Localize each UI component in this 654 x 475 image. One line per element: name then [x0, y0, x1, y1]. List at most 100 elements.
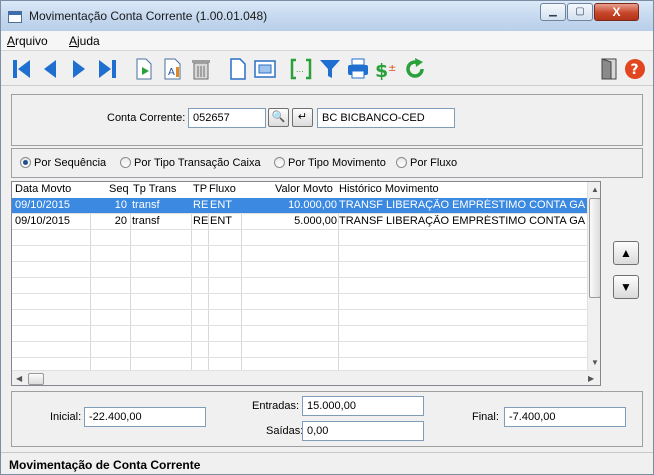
maximize-button[interactable]: ▢ [567, 3, 593, 21]
edit-record-icon[interactable]: A [161, 57, 185, 81]
radio-por-sequencia[interactable]: Por Sequência [20, 157, 106, 169]
menu-arquivo[interactable]: Arquivo [7, 34, 48, 48]
minimize-button[interactable]: ▁ [540, 3, 566, 21]
scroll-right-arrow-icon[interactable]: ▶ [588, 374, 594, 383]
empty-row [12, 342, 588, 358]
window-title: Movimentação Conta Corrente (1.00.01.048… [29, 9, 268, 23]
close-button[interactable]: X [594, 3, 639, 21]
saidas-label: Saídas: [266, 425, 304, 437]
menu-ajuda[interactable]: Ajuda [69, 34, 100, 48]
scroll-up-arrow-icon[interactable]: ▲ [591, 185, 599, 194]
col-header-seq[interactable]: Seq [109, 183, 129, 195]
delete-record-icon[interactable] [189, 57, 213, 81]
prev-record-icon[interactable] [38, 57, 62, 81]
svg-text:±: ± [388, 63, 396, 74]
movements-grid[interactable]: Data Movto Seq Tp Trans TP Fluxo Valor M… [11, 181, 601, 386]
radio-dot [20, 157, 31, 168]
radio-label: Por Tipo Movimento [288, 157, 386, 169]
status-bar: Movimentação de Conta Corrente [1, 452, 653, 474]
cell-historico: TRANSF LIBERAÇÃO EMPRÉSTIMO CONTA GA [339, 215, 586, 227]
filter-icon[interactable] [318, 57, 342, 81]
menu-arquivo-mnemonic: A [7, 34, 16, 48]
account-search-button[interactable]: 🔍 [268, 108, 289, 127]
horizontal-scrollbar[interactable]: ◀ ▶ [12, 370, 600, 385]
first-record-icon[interactable] [10, 57, 34, 81]
next-record-icon[interactable] [67, 57, 91, 81]
col-header-fluxo[interactable]: Fluxo [209, 183, 236, 195]
preview-icon[interactable] [253, 57, 277, 81]
vertical-scrollbar[interactable]: ▲ ▼ [587, 182, 600, 370]
cell-historico: TRANSF LIBERAÇÃO EMPRÉSTIMO CONTA GA [339, 199, 586, 211]
final-label: Final: [472, 411, 499, 423]
empty-row [12, 278, 588, 294]
status-text: Movimentação de Conta Corrente [9, 458, 201, 472]
account-code-input[interactable]: 052657 [188, 108, 266, 128]
cell-date: 09/10/2015 [15, 215, 71, 227]
menu-arquivo-label: rquivo [15, 34, 48, 48]
saidas-field: 0,00 [302, 421, 424, 441]
totals-panel: Inicial: -22.400,00 Entradas: 15.000,00 … [11, 391, 643, 447]
vertical-scroll-thumb[interactable] [589, 198, 600, 298]
radio-por-tipo-transacao-caixa[interactable]: Por Tipo Transação Caixa [120, 157, 261, 169]
print-icon[interactable] [346, 57, 370, 81]
col-header-tp[interactable]: TP [193, 183, 207, 195]
help-icon[interactable]: ? [623, 57, 647, 81]
enter-icon: ↵ [297, 111, 308, 123]
radio-dot [120, 157, 131, 168]
radio-label: Por Tipo Transação Caixa [134, 157, 261, 169]
cell-valor: 5.000,00 [294, 215, 337, 227]
exit-icon[interactable] [597, 57, 621, 81]
refresh-icon[interactable] [403, 57, 427, 81]
radio-por-tipo-movimento[interactable]: Por Tipo Movimento [274, 157, 386, 169]
cell-tp-trans: transf [132, 199, 160, 211]
move-down-button[interactable]: ▼ [613, 275, 639, 299]
cell-date: 09/10/2015 [15, 199, 71, 211]
menu-ajuda-label: juda [77, 34, 100, 48]
radio-label: Por Sequência [34, 157, 107, 169]
document-icon[interactable] [226, 57, 250, 81]
empty-row [12, 262, 588, 278]
toolbar: A ... $ ± ? [1, 52, 653, 86]
account-enter-button[interactable]: ↵ [292, 108, 313, 127]
cell-fluxo: ENT [210, 199, 232, 211]
empty-row [12, 294, 588, 310]
col-header-tp-trans[interactable]: Tp Trans [133, 183, 176, 195]
order-panel: Por Sequência Por Tipo Transação Caixa P… [11, 148, 643, 178]
radio-label: Por Fluxo [410, 157, 458, 169]
entradas-label: Entradas: [252, 400, 300, 412]
empty-row [12, 246, 588, 262]
app-icon [8, 11, 22, 23]
grid-header: Data Movto Seq Tp Trans TP Fluxo Valor M… [12, 182, 600, 198]
inicial-label: Inicial: [50, 411, 82, 423]
new-record-icon[interactable] [132, 57, 156, 81]
cell-tp: RE [193, 215, 209, 227]
cell-seq: 20 [114, 215, 127, 227]
title-bar: Movimentação Conta Corrente (1.00.01.048… [1, 1, 653, 31]
cell-tp-trans: transf [132, 215, 160, 227]
radio-dot [274, 157, 285, 168]
inicial-field: -22.400,00 [84, 407, 206, 427]
col-header-valor-movto[interactable]: Valor Movto [275, 183, 333, 195]
move-up-button[interactable]: ▲ [613, 241, 639, 265]
final-field: -7.400,00 [504, 407, 626, 427]
scroll-down-arrow-icon[interactable]: ▼ [591, 358, 599, 367]
scroll-left-arrow-icon[interactable]: ◀ [16, 374, 22, 383]
svg-text:...: ... [296, 65, 304, 74]
radio-por-fluxo[interactable]: Por Fluxo [396, 157, 457, 169]
col-header-data-movto[interactable]: Data Movto [15, 183, 71, 195]
table-row[interactable]: 09/10/2015 20 transf RE ENT 5.000,00 TRA… [12, 214, 588, 230]
currency-icon[interactable]: $ ± [374, 57, 398, 81]
table-row[interactable]: 09/10/2015 10 transf RE ENT 10.000,00 TR… [12, 198, 588, 214]
account-name-field: BC BICBANCO-CED [317, 108, 455, 128]
menu-bar: Arquivo Ajuda [1, 31, 653, 51]
range-icon[interactable]: ... [289, 57, 313, 81]
col-header-historico[interactable]: Histórico Movimento [339, 183, 439, 195]
cell-fluxo: ENT [210, 215, 232, 227]
account-panel: Conta Corrente: 052657 🔍 ↵ BC BICBANCO-C… [11, 94, 643, 146]
last-record-icon[interactable] [95, 57, 119, 81]
horizontal-scroll-thumb[interactable] [28, 373, 44, 385]
empty-row [12, 326, 588, 342]
radio-dot [396, 157, 407, 168]
empty-row [12, 310, 588, 326]
svg-text:?: ? [631, 62, 639, 78]
